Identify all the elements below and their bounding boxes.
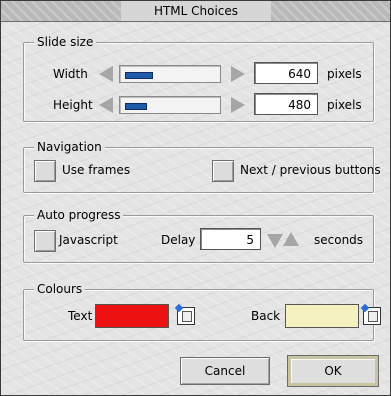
- width-slider-fill: [125, 72, 153, 79]
- delay-unit: seconds: [314, 233, 364, 247]
- window-title: HTML Choices: [121, 1, 271, 21]
- colours-label: Colours: [34, 281, 86, 297]
- auto-progress-label: Auto progress: [34, 207, 124, 223]
- delay-up-icon[interactable]: [283, 232, 299, 246]
- colour-picker-icon[interactable]: [177, 307, 195, 325]
- width-decrease-icon[interactable]: [99, 66, 113, 82]
- back-colour-swatch[interactable]: [285, 304, 359, 328]
- width-increase-icon[interactable]: [231, 66, 245, 82]
- width-unit: pixels: [327, 67, 362, 81]
- colour-picker-icon[interactable]: [363, 307, 381, 325]
- delay-label: Delay: [161, 233, 196, 247]
- slide-size-label: Slide size: [34, 34, 97, 50]
- next-prev-checkbox[interactable]: [212, 160, 234, 182]
- colours-group: Colours Text Back: [23, 281, 381, 341]
- delay-down-icon[interactable]: [267, 234, 283, 248]
- height-decrease-icon[interactable]: [99, 97, 113, 113]
- slide-size-group: Slide size Width 640 pixels Height 480 p…: [23, 34, 374, 122]
- dialog-window: HTML Choices Slide size Width 640 pixels…: [0, 0, 391, 396]
- delay-input[interactable]: 5: [200, 228, 261, 250]
- next-prev-label[interactable]: Next / previous buttons: [240, 162, 381, 178]
- width-input[interactable]: 640: [254, 62, 318, 84]
- width-slider[interactable]: [119, 65, 221, 83]
- navigation-group: Navigation Use frames Next / previous bu…: [23, 139, 381, 193]
- use-frames-label[interactable]: Use frames: [62, 162, 130, 178]
- height-slider-fill: [125, 103, 147, 110]
- height-label: Height: [53, 98, 93, 112]
- title-bar[interactable]: HTML Choices: [1, 1, 390, 22]
- width-label: Width: [53, 67, 88, 81]
- javascript-label[interactable]: Javascript: [59, 232, 118, 248]
- height-increase-icon[interactable]: [231, 97, 245, 113]
- javascript-checkbox[interactable]: [34, 230, 56, 252]
- use-frames-checkbox[interactable]: [34, 160, 56, 182]
- back-colour-label: Back: [251, 309, 281, 323]
- height-input[interactable]: 480: [254, 93, 318, 115]
- navigation-label: Navigation: [34, 139, 105, 155]
- ok-button[interactable]: OK: [288, 356, 378, 386]
- height-slider[interactable]: [119, 96, 221, 114]
- cancel-button[interactable]: Cancel: [180, 357, 270, 385]
- text-colour-label: Text: [68, 309, 93, 323]
- text-colour-swatch[interactable]: [95, 304, 169, 328]
- height-unit: pixels: [327, 98, 362, 112]
- auto-progress-group: Auto progress Javascript Delay 5 seconds: [23, 207, 374, 263]
